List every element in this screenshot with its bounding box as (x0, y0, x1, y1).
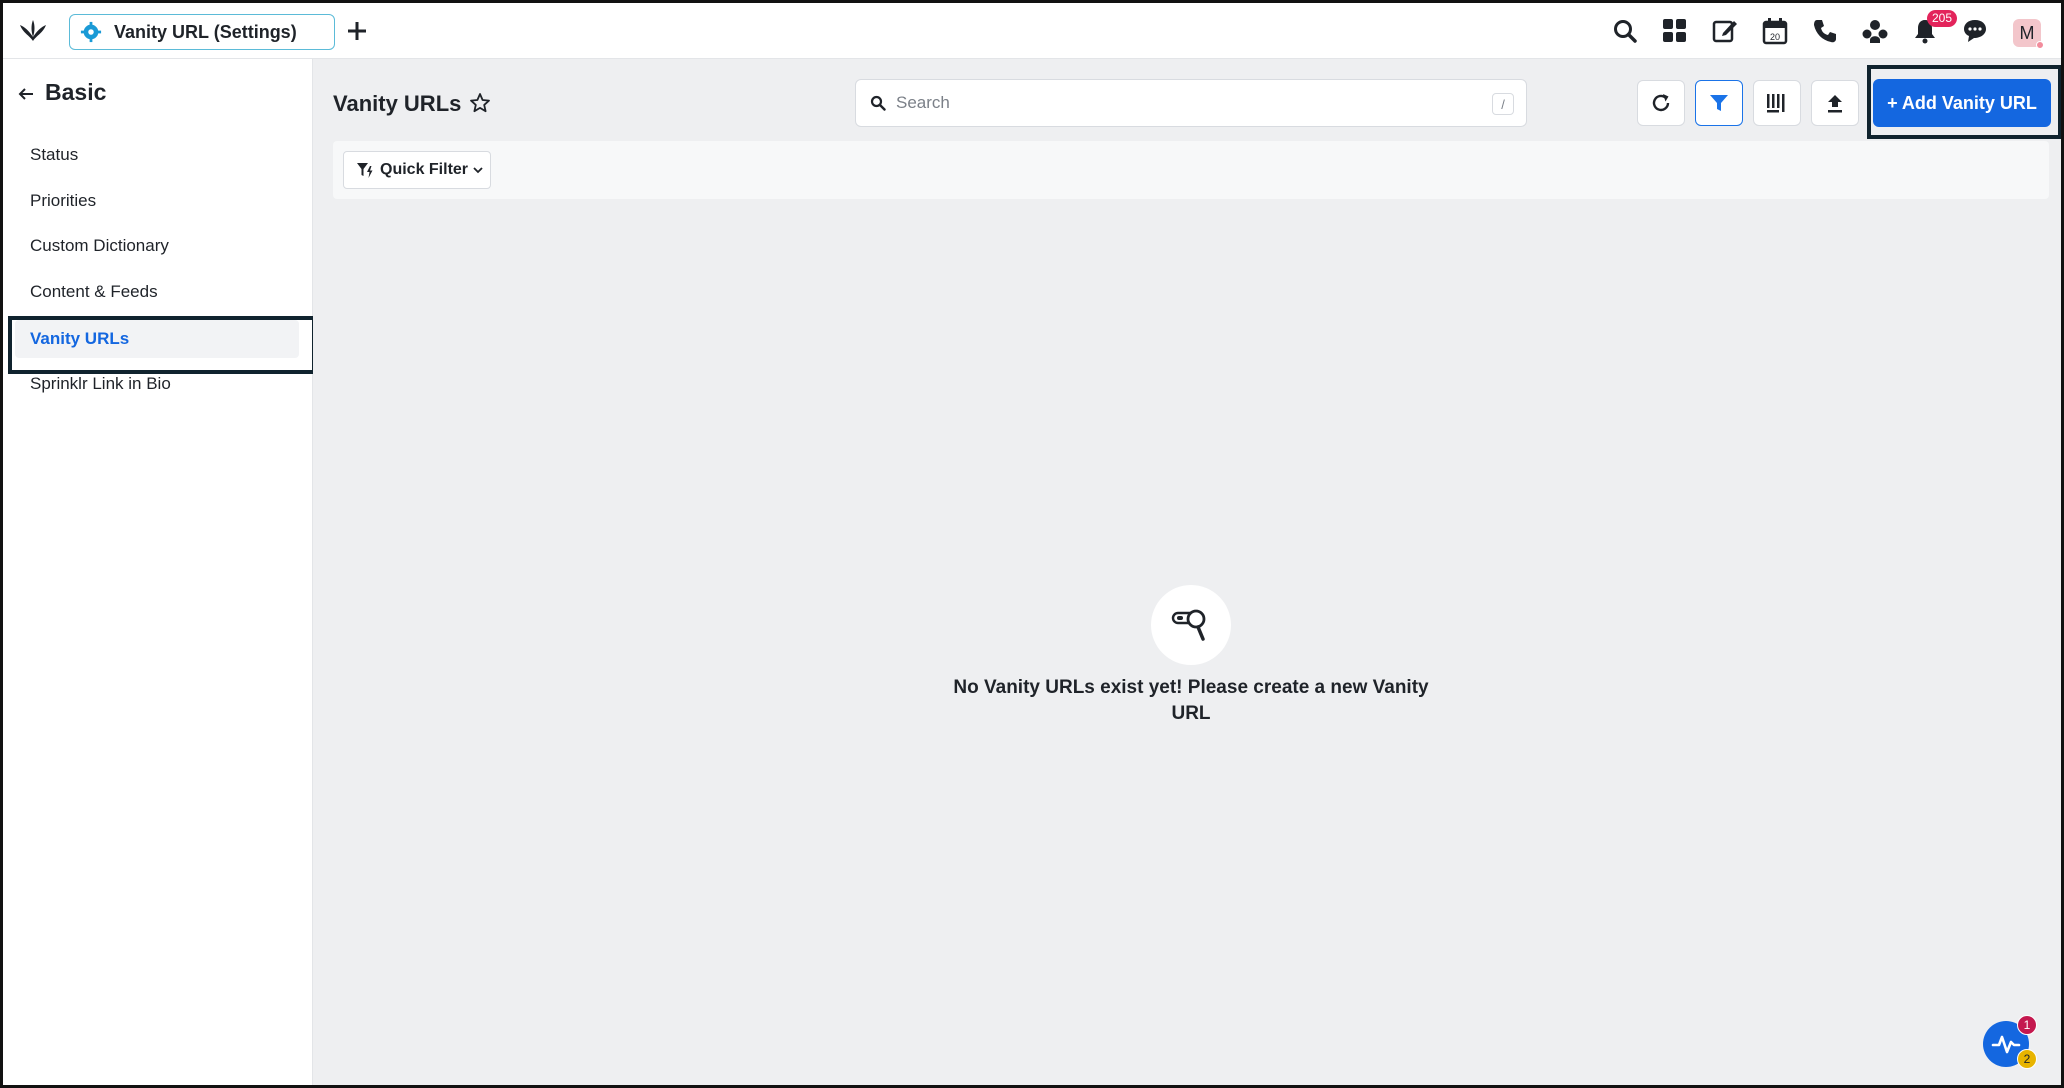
apps-grid-icon[interactable] (1659, 15, 1691, 47)
calendar-day: 20 (1770, 32, 1780, 42)
columns-button[interactable] (1753, 80, 1801, 126)
columns-icon (1767, 94, 1785, 113)
quick-filter-button[interactable]: Quick Filter (343, 151, 491, 189)
highlight-outline (1867, 65, 2061, 139)
notification-badge: 205 (1927, 10, 1958, 27)
page-title: Vanity URLs (333, 91, 462, 116)
quick-filter-icon (357, 163, 373, 178)
empty-state-message: No Vanity URLs exist yet! Please create … (953, 677, 1429, 724)
sidebar-item-status[interactable]: Status (15, 136, 299, 174)
search-input[interactable] (896, 93, 1456, 113)
star-icon[interactable] (469, 92, 491, 114)
sidebar-item-content-feeds[interactable]: Content & Feeds (15, 273, 299, 311)
shortcut-hint: / (1492, 93, 1514, 115)
tab-label: Vanity URL (Settings) (114, 21, 297, 42)
add-tab-icon[interactable] (343, 17, 371, 45)
gear-icon (80, 21, 102, 43)
app-window: Vanity URL (Settings) 20 205 M Basic Sta… (0, 0, 2064, 1088)
highlight-outline (8, 316, 316, 374)
refresh-button[interactable] (1637, 80, 1685, 126)
refresh-icon (1652, 94, 1670, 112)
phone-icon[interactable] (1809, 15, 1841, 47)
search-icon[interactable] (1609, 15, 1641, 47)
activity-badge-alert: 1 (2017, 1015, 2037, 1035)
filter-icon (1710, 95, 1728, 111)
magnifier-empty-icon (1171, 609, 1206, 641)
filter-bar: Quick Filter (333, 141, 2049, 199)
chevron-down-icon (473, 167, 483, 174)
search-icon (870, 95, 886, 111)
chat-icon[interactable] (1959, 15, 1991, 47)
calendar-icon[interactable]: 20 (1759, 15, 1791, 47)
back-arrow-icon[interactable] (17, 85, 35, 103)
pulse-icon (1991, 1035, 2021, 1054)
sidebar-title: Basic (45, 79, 107, 105)
quick-filter-label: Quick Filter (380, 161, 469, 178)
activity-badge-warning: 2 (2017, 1049, 2037, 1069)
empty-state-illustration (1151, 585, 1231, 665)
search-box[interactable]: / (855, 79, 1527, 127)
sidebar: Basic Status Priorities Custom Dictionar… (3, 59, 313, 1085)
filter-button[interactable] (1695, 80, 1743, 126)
sidebar-item-priorities[interactable]: Priorities (15, 182, 299, 220)
community-icon[interactable] (1859, 15, 1891, 47)
upload-button[interactable] (1811, 80, 1859, 126)
status-dot (2036, 41, 2044, 49)
top-bar: Vanity URL (Settings) 20 205 M (3, 3, 2061, 59)
upload-icon (1828, 95, 1842, 113)
main-content: Vanity URLs / + Add Vanity URL Quick Fil… (313, 59, 2061, 1085)
tab-vanity-url-settings[interactable]: Vanity URL (Settings) (69, 14, 335, 50)
sidebar-item-custom-dictionary[interactable]: Custom Dictionary (15, 227, 299, 265)
compose-icon[interactable] (1709, 15, 1741, 47)
sprinklr-logo-icon[interactable] (17, 15, 49, 47)
